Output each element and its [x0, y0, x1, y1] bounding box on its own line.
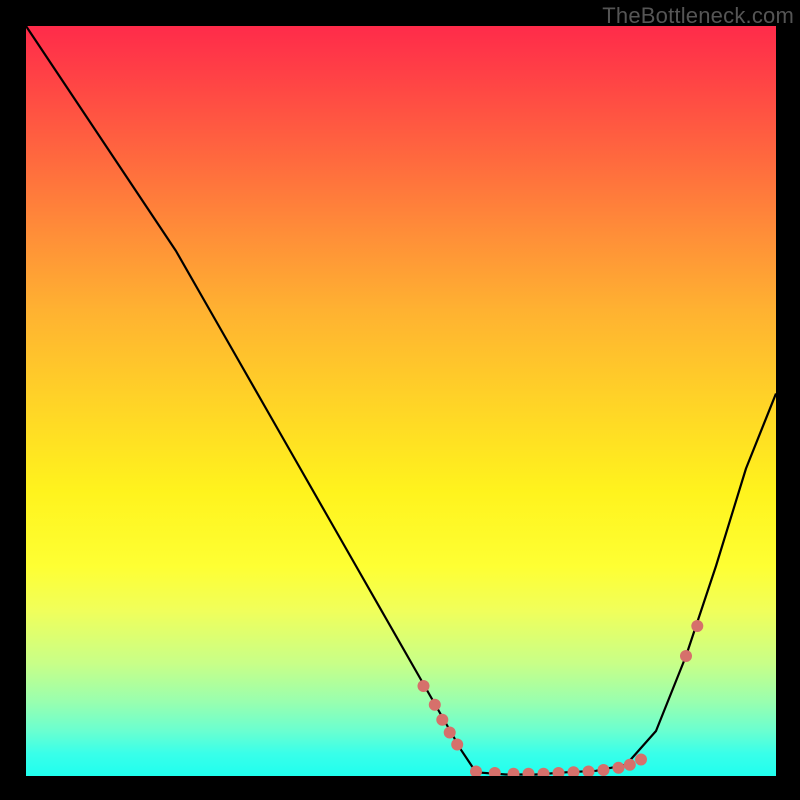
highlight-dots-group — [418, 620, 704, 776]
highlight-dot — [553, 767, 565, 776]
chart-overlay — [26, 26, 776, 776]
highlight-dot — [523, 768, 535, 776]
highlight-dot — [635, 754, 647, 766]
highlight-dot — [451, 739, 463, 751]
highlight-dot — [613, 762, 625, 774]
highlight-dot — [624, 759, 636, 771]
highlight-dot — [444, 727, 456, 739]
highlight-dot — [538, 768, 550, 776]
highlight-dot — [436, 714, 448, 726]
plot-area — [26, 26, 776, 776]
highlight-dot — [680, 650, 692, 662]
highlight-dot — [568, 766, 580, 776]
highlight-dot — [508, 768, 520, 776]
watermark-text: TheBottleneck.com — [602, 3, 794, 29]
highlight-dot — [583, 766, 595, 777]
highlight-dot — [418, 680, 430, 692]
chart-frame: TheBottleneck.com — [0, 0, 800, 800]
highlight-dot — [691, 620, 703, 632]
highlight-dot — [489, 767, 501, 776]
highlight-dot — [598, 764, 610, 776]
highlight-dot — [429, 699, 441, 711]
bottleneck-curve — [26, 26, 776, 775]
